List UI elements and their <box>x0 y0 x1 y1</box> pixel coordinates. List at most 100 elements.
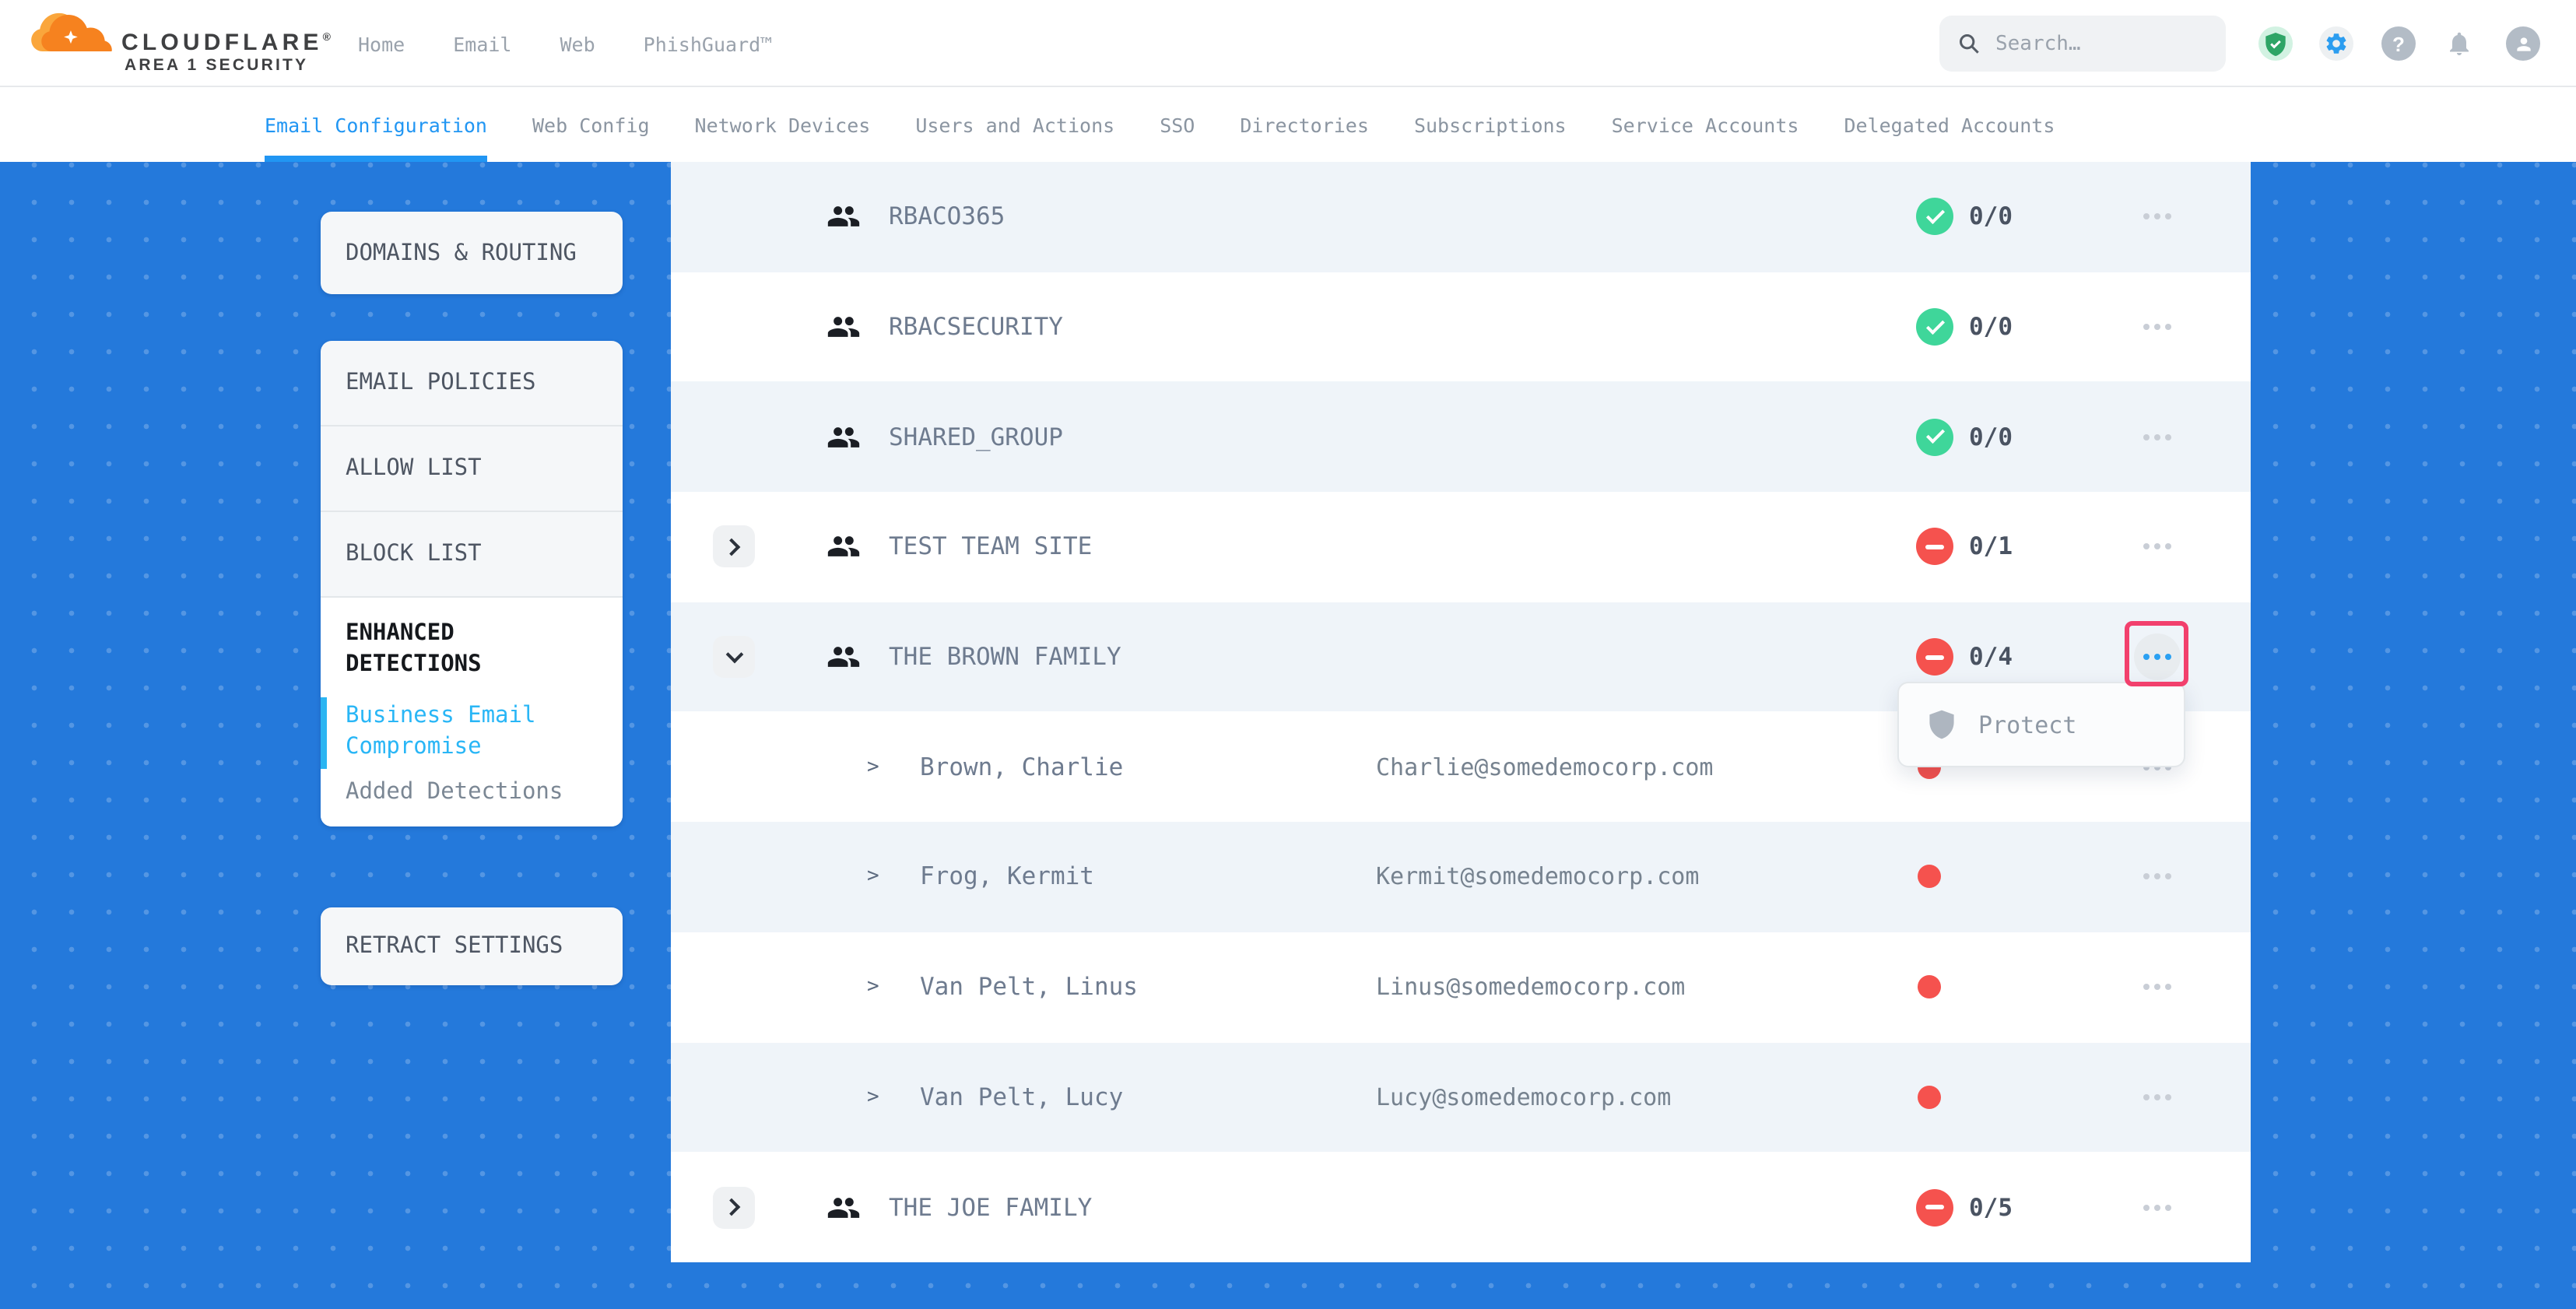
nav-item-email[interactable]: Email <box>453 32 511 55</box>
group-name[interactable]: THE JOE FAMILY <box>889 1193 1092 1221</box>
group-name[interactable]: THE BROWN FAMILY <box>889 643 1121 671</box>
group-name[interactable]: RBACSECURITY <box>889 313 1063 341</box>
row-menu-button[interactable] <box>2134 963 2181 1010</box>
status-alert-dot <box>1918 975 1941 998</box>
row-menu-button[interactable] <box>2134 524 2181 570</box>
row-menu-button[interactable] <box>2134 854 2181 900</box>
notifications-bell-icon[interactable] <box>2442 26 2476 61</box>
tab-email-configuration[interactable]: Email Configuration <box>265 87 487 162</box>
nav-item-home[interactable]: Home <box>358 32 405 55</box>
user-chevron-icon[interactable]: > <box>867 1086 879 1109</box>
status-alert-badge <box>1916 638 1953 676</box>
user-name[interactable]: Brown, Charlie <box>920 753 1123 781</box>
nav-item-web[interactable]: Web <box>560 32 595 55</box>
sidebar-policies-card: EMAIL POLICIES ALLOW LIST BLOCK LIST ENH… <box>321 341 623 826</box>
status-ok-badge <box>1916 418 1953 455</box>
status-alert-badge <box>1916 528 1953 566</box>
tab-web-config[interactable]: Web Config <box>532 87 650 162</box>
user-name[interactable]: Van Pelt, Linus <box>920 973 1138 1001</box>
tab-service-accounts[interactable]: Service Accounts <box>1612 87 1799 162</box>
table-row-group: RBACO365 0/0 <box>671 162 2251 272</box>
group-icon <box>826 1190 861 1224</box>
account-avatar-icon[interactable] <box>2506 26 2540 61</box>
config-tab-bar: Email Configuration Web Config Network D… <box>0 87 2576 162</box>
active-item-bar <box>321 697 327 769</box>
detection-count: 0/1 <box>1969 533 2013 561</box>
expand-row-button[interactable] <box>713 526 755 568</box>
row-menu-button-active[interactable] <box>2134 633 2181 680</box>
group-name[interactable]: TEST TEAM SITE <box>889 533 1092 561</box>
table-row-user: > Van Pelt, Linus Linus@somedemocorp.com <box>671 932 2251 1042</box>
detection-count: 0/0 <box>1969 423 2013 451</box>
search-input[interactable] <box>1995 32 2182 55</box>
tab-users-and-actions[interactable]: Users and Actions <box>915 87 1114 162</box>
row-menu-button[interactable] <box>2134 304 2181 350</box>
row-menu-button[interactable] <box>2134 1184 2181 1230</box>
group-icon <box>826 530 861 564</box>
status-alert-dot <box>1918 865 1941 889</box>
detection-count: 0/0 <box>1969 313 2013 341</box>
user-name[interactable]: Van Pelt, Lucy <box>920 1083 1123 1111</box>
top-navigation: Home Email Web PhishGuard™ <box>358 0 772 87</box>
top-header: CLOUDFLARE® AREA 1 SECURITY Home Email W… <box>0 0 2576 87</box>
tab-delegated-accounts[interactable]: Delegated Accounts <box>1844 87 2055 162</box>
sidebar-section-enhanced-detections: ENHANCED DETECTIONS Business Email Compr… <box>321 598 623 826</box>
tab-sso[interactable]: SSO <box>1160 87 1195 162</box>
search-icon <box>1958 33 1980 54</box>
group-name[interactable]: SHARED_GROUP <box>889 423 1063 451</box>
enhanced-detections-title[interactable]: ENHANCED DETECTIONS <box>346 618 548 680</box>
group-name[interactable]: RBACO365 <box>889 203 1005 231</box>
row-menu-button[interactable] <box>2134 413 2181 460</box>
group-icon <box>826 419 861 454</box>
page-content: DOMAINS & ROUTING EMAIL POLICIES ALLOW L… <box>0 162 2576 1309</box>
tab-subscriptions[interactable]: Subscriptions <box>1414 87 1567 162</box>
tab-directories[interactable]: Directories <box>1240 87 1369 162</box>
user-chevron-icon[interactable]: > <box>867 756 879 779</box>
table-row-group: TEST TEAM SITE 0/1 <box>671 492 2251 602</box>
row-menu-button[interactable] <box>2134 1074 2181 1121</box>
status-ok-badge <box>1916 308 1953 346</box>
sidebar-item-added-detections[interactable]: Added Detections <box>346 780 598 805</box>
table-row-user: > Van Pelt, Lucy Lucy@somedemocorp.com <box>671 1042 2251 1152</box>
user-name[interactable]: Frog, Kermit <box>920 863 1094 891</box>
status-ok-badge <box>1916 198 1953 236</box>
user-chevron-icon[interactable]: > <box>867 865 879 889</box>
table-row-group: RBACSECURITY 0/0 <box>671 272 2251 381</box>
brand-name: CLOUDFLARE® <box>121 30 331 56</box>
sidebar-item-allow-list[interactable]: ALLOW LIST <box>321 426 623 512</box>
group-icon <box>826 200 861 234</box>
nav-item-phishguard[interactable]: PhishGuard™ <box>644 32 773 55</box>
context-menu-item-protect[interactable]: Protect <box>1978 711 2076 739</box>
sidebar-item-email-policies[interactable]: EMAIL POLICIES <box>321 341 623 426</box>
row-menu-button[interactable] <box>2134 194 2181 240</box>
group-icon <box>826 640 861 674</box>
sidebar-item-business-email-compromise[interactable]: Business Email Compromise <box>346 700 579 763</box>
expand-row-button[interactable] <box>713 1186 755 1228</box>
brand-subtitle: AREA 1 SECURITY <box>125 56 308 75</box>
user-email: Linus@somedemocorp.com <box>1376 973 1685 1001</box>
sidebar-item-domains-routing[interactable]: DOMAINS & ROUTING <box>321 212 623 294</box>
collapse-row-button[interactable] <box>713 636 755 678</box>
detection-count: 0/0 <box>1969 203 2013 231</box>
tab-network-devices[interactable]: Network Devices <box>695 87 871 162</box>
detection-count: 0/5 <box>1969 1193 2013 1221</box>
settings-gear-icon[interactable] <box>2319 26 2353 61</box>
area1-security-app: CLOUDFLARE® AREA 1 SECURITY Home Email W… <box>0 0 2576 1309</box>
sidebar-item-retract-settings[interactable]: RETRACT SETTINGS <box>321 907 623 985</box>
search-box[interactable] <box>1939 16 2226 72</box>
user-email: Lucy@somedemocorp.com <box>1376 1083 1671 1111</box>
table-row-group: THE JOE FAMILY 0/5 <box>671 1152 2251 1262</box>
sidebar-item-block-list[interactable]: BLOCK LIST <box>321 512 623 598</box>
user-email: Kermit@somedemocorp.com <box>1376 863 1699 891</box>
table-row-group: SHARED_GROUP 0/0 <box>671 382 2251 492</box>
shield-icon <box>1928 710 1955 739</box>
table-row-user: > Frog, Kermit Kermit@somedemocorp.com <box>671 822 2251 932</box>
security-shield-icon[interactable] <box>2258 26 2293 61</box>
status-alert-badge <box>1916 1188 1953 1226</box>
status-alert-dot <box>1918 1086 1941 1109</box>
detection-count: 0/4 <box>1969 643 2013 671</box>
help-icon[interactable]: ? <box>2381 26 2416 61</box>
user-chevron-icon[interactable]: > <box>867 975 879 998</box>
group-icon <box>826 310 861 344</box>
cloudflare-cloud-logo-icon <box>30 6 114 51</box>
